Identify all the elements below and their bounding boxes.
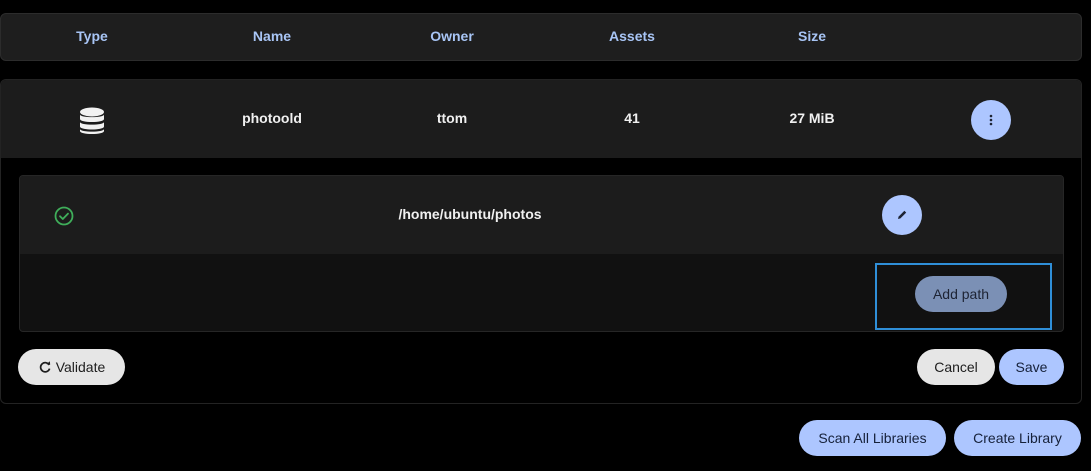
import-paths-list: /home/ubuntu/photos Add path: [19, 175, 1064, 332]
column-header-assets: Assets: [609, 28, 655, 44]
pencil-icon: [898, 210, 907, 219]
validate-label: Validate: [55, 359, 106, 375]
library-size: 27 MiB: [789, 110, 835, 126]
add-path-button[interactable]: Add path: [915, 276, 1007, 312]
create-library-button[interactable]: Create Library: [954, 420, 1081, 456]
import-path-row[interactable]: /home/ubuntu/photos: [20, 176, 1063, 254]
library-row[interactable]: photoold ttom 41 27 MiB: [1, 80, 1081, 158]
cancel-button[interactable]: Cancel: [917, 349, 995, 385]
edit-path-button[interactable]: [882, 195, 922, 235]
library-panel: photoold ttom 41 27 MiB /home/ubuntu/pho…: [0, 79, 1082, 404]
database-icon: [80, 107, 104, 134]
check-circle-icon: [54, 206, 74, 226]
add-path-focus-frame: Add path: [875, 263, 1052, 330]
library-menu-button[interactable]: [971, 100, 1011, 140]
library-assets: 41: [624, 110, 640, 126]
refresh-icon: [39, 361, 51, 373]
column-header-owner: Owner: [430, 28, 474, 44]
column-header-type: Type: [76, 28, 108, 44]
import-path-text: /home/ubuntu/photos: [398, 206, 542, 222]
library-name: photoold: [242, 110, 302, 126]
library-table-header: Type Name Owner Assets Size: [0, 13, 1082, 61]
save-button[interactable]: Save: [999, 349, 1064, 385]
library-owner: ttom: [436, 110, 468, 126]
column-header-size: Size: [797, 28, 826, 44]
validate-button[interactable]: Validate: [18, 349, 125, 385]
scan-all-libraries-button[interactable]: Scan All Libraries: [799, 420, 946, 456]
more-vertical-icon: [989, 114, 993, 126]
column-header-name: Name: [252, 28, 292, 44]
